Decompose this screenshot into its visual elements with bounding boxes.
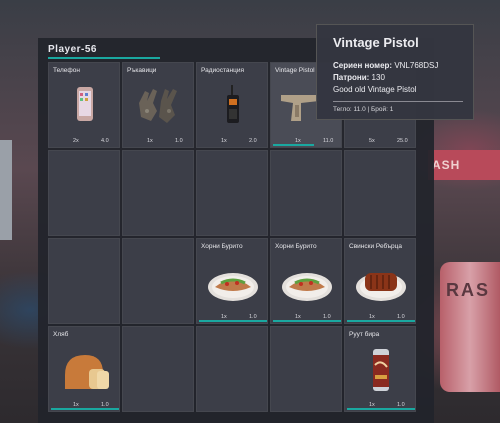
slot-durability-bar <box>347 408 415 410</box>
tooltip-description: Good old Vintage Pistol <box>333 85 417 94</box>
inventory-slot[interactable] <box>270 326 342 412</box>
inventory-slot[interactable] <box>344 150 416 236</box>
slot-label: Хляб <box>53 331 69 338</box>
background-wall <box>0 140 12 240</box>
slot-weight: 25.0 <box>397 138 408 144</box>
ribs-icon <box>355 257 407 305</box>
background-sign: ASH <box>428 150 500 180</box>
slot-count: 2x <box>73 138 79 144</box>
inventory-slot[interactable] <box>48 238 120 324</box>
slot-label: Руут бира <box>349 331 380 338</box>
slot-durability-bar <box>273 144 314 146</box>
tooltip-ammo-value: 130 <box>371 73 385 82</box>
inventory-slot[interactable]: Руут бира 1x 1.0 <box>344 326 416 412</box>
inventory-slot[interactable]: Хорни Бурито 1x 1.0 <box>196 238 268 324</box>
background-barrel: RAS <box>440 262 500 392</box>
tooltip-title: Vintage Pistol <box>333 35 419 50</box>
inventory-slot[interactable]: Свински Ребърца 1x 1.0 <box>344 238 416 324</box>
slot-label: Хорни Бурито <box>275 243 317 250</box>
radio-icon <box>207 81 259 129</box>
tooltip-ammo: Патрони: 130 <box>333 72 463 84</box>
gloves-icon <box>133 81 185 129</box>
slot-weight: 11.0 <box>323 138 334 144</box>
tooltip-serial-value: VNL768DSJ <box>394 61 439 70</box>
inventory-title: Player-56 <box>48 44 97 55</box>
slot-label: Радиостанция <box>201 67 245 74</box>
inventory-slot[interactable] <box>122 150 194 236</box>
burrito-icon <box>207 257 259 305</box>
slot-label: Телефон <box>53 67 80 74</box>
inventory-slot[interactable]: Радиостанция 1x 2.0 <box>196 62 268 148</box>
burrito-icon <box>281 257 333 305</box>
tooltip-ammo-label: Патрони: <box>333 73 370 82</box>
inventory-slot[interactable]: Ръкавици 1x 1.0 <box>122 62 194 148</box>
slot-label: Свински Ребърца <box>349 243 403 250</box>
slot-label: Хорни Бурито <box>201 243 243 250</box>
tooltip-divider <box>333 101 463 102</box>
slot-count: 1x <box>221 138 227 144</box>
inventory-weight-bar <box>48 57 160 59</box>
inventory-slot[interactable] <box>48 150 120 236</box>
tooltip-serial-label: Сериен номер: <box>333 61 393 70</box>
inventory-slot[interactable] <box>196 150 268 236</box>
inventory-slot[interactable] <box>196 326 268 412</box>
inventory-slot[interactable]: Хляб 1x 1.0 <box>48 326 120 412</box>
tooltip-footer: Тегло: 11.0 | Брой: 1 <box>333 106 394 113</box>
inventory-slot[interactable] <box>270 150 342 236</box>
inventory-slot[interactable] <box>122 326 194 412</box>
slot-count: 1x <box>147 138 153 144</box>
slot-count: 5x <box>369 138 375 144</box>
slot-label: Ръкавици <box>127 67 157 74</box>
slot-durability-bar <box>273 320 341 322</box>
inventory-slot[interactable]: Телефон 2x 4.0 <box>48 62 120 148</box>
item-tooltip: Vintage Pistol Сериен номер: VNL768DSJ П… <box>316 24 474 120</box>
tooltip-serial: Сериен номер: VNL768DSJ <box>333 60 463 72</box>
slot-weight: 2.0 <box>249 138 257 144</box>
slot-durability-bar <box>51 408 119 410</box>
inventory-slot[interactable]: Хорни Бурито 1x 1.0 <box>270 238 342 324</box>
slot-weight: 4.0 <box>101 138 109 144</box>
root-beer-can-icon <box>355 345 407 393</box>
slot-weight: 1.0 <box>175 138 183 144</box>
phone-icon <box>59 81 111 129</box>
slot-durability-bar <box>199 320 267 322</box>
bread-icon <box>59 345 111 393</box>
slot-durability-bar <box>347 320 415 322</box>
inventory-slot[interactable] <box>122 238 194 324</box>
